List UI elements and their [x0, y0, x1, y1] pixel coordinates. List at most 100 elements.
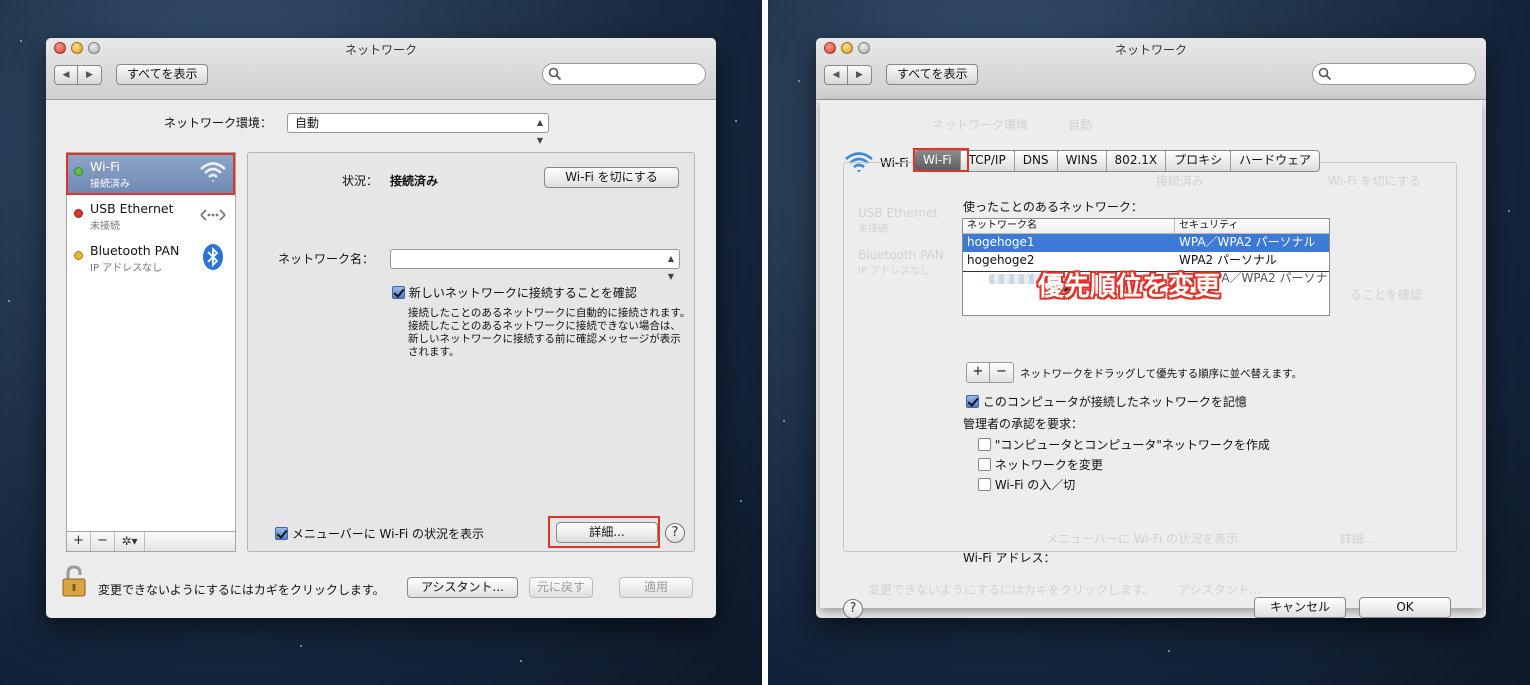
admin-option-row[interactable]: "コンピュータとコンピュータ"ネットワークを作成	[978, 436, 1270, 453]
admin-option-row[interactable]: Wi-Fi の入／切	[978, 476, 1075, 493]
dragged-row-security: WPA／WPA2 パーソナル	[1203, 271, 1328, 302]
star	[20, 40, 22, 42]
help-button[interactable]: ?	[843, 599, 863, 618]
ask-join-label: 新しいネットワークに接続することを確認	[408, 286, 637, 300]
tab-proxy[interactable]: プロキシ	[1166, 151, 1232, 171]
star	[783, 420, 785, 422]
column-header-network-name[interactable]: ネットワーク名	[963, 219, 1175, 233]
admin-option-checkbox[interactable]	[978, 438, 991, 451]
ethernet-icon	[200, 209, 226, 221]
location-select[interactable]: 自動 ▲ ▼	[287, 113, 549, 145]
tab-8021x[interactable]: 802.1X	[1107, 151, 1167, 171]
lock-icon[interactable]	[60, 564, 88, 598]
network-name-select[interactable]: ▲ ▼	[390, 249, 680, 281]
titlebar: ネットワーク ◀ ▶ すべてを表示	[816, 38, 1486, 100]
ask-join-description: 接続したことのあるネットワークに自動的に接続されます。 接続したことのあるネット…	[408, 307, 690, 359]
tab-dns[interactable]: DNS	[1015, 151, 1058, 171]
forward-button[interactable]: ▶	[848, 65, 872, 85]
admin-label: 管理者の承認を要求：	[963, 417, 1084, 431]
nav-buttons: ◀ ▶	[54, 65, 102, 85]
revert-button[interactable]: 元に戻す	[529, 577, 593, 598]
help-button[interactable]: ?	[665, 523, 685, 543]
star	[735, 120, 737, 122]
bluetooth-icon	[203, 244, 223, 270]
admin-option-checkbox[interactable]	[978, 478, 991, 491]
wifi-off-button[interactable]: Wi-Fi を切にする	[544, 167, 679, 188]
network-preferences-window-advanced: ネットワーク ◀ ▶ すべてを表示 ネットワーク環境 自動 接続済み Wi-Fi…	[816, 38, 1486, 618]
admin-option-row[interactable]: ネットワークを変更	[978, 456, 1103, 473]
location-value: 自動	[295, 116, 320, 130]
menubar-checkbox[interactable]	[275, 527, 288, 540]
preferred-networks-label: 使ったことのあるネットワーク：	[963, 200, 1143, 214]
network-name-label: ネットワーク名：	[278, 252, 375, 266]
ghost-location-value: 自動	[1068, 118, 1093, 132]
remember-row[interactable]: このコンピュータが接続したネットワークを記憶	[966, 393, 1247, 410]
desc-line: 接続したことのあるネットワークに接続できない場合は、	[408, 320, 681, 332]
show-all-button[interactable]: すべてを表示	[886, 64, 979, 85]
service-item-usb-ethernet[interactable]: USB Ethernet 未接続	[67, 195, 235, 237]
select-arrows-icon: ▲ ▼	[667, 254, 674, 281]
nav-buttons: ◀ ▶	[824, 65, 872, 85]
network-name-cell: hogehoge1	[967, 235, 1035, 249]
admin-option-label: Wi-Fi の入／切	[994, 478, 1076, 492]
tab-wins[interactable]: WINS	[1058, 151, 1107, 171]
search-icon	[548, 67, 562, 81]
wifi-address-label: Wi-Fi アドレス：	[963, 551, 1056, 565]
menubar-row[interactable]: メニューバーに Wi-Fi の状況を表示	[275, 525, 484, 542]
ask-join-row[interactable]: 新しいネットワークに接続することを確認	[392, 284, 637, 301]
tab-hardware[interactable]: ハードウェア	[1231, 151, 1319, 171]
status-label: 状況：	[342, 174, 379, 188]
advanced-sheet: ネットワーク環境 自動 接続済み Wi-Fi を切にする USB Etherne…	[820, 100, 1482, 618]
star	[1508, 210, 1510, 212]
show-all-button[interactable]: すべてを表示	[116, 64, 209, 85]
window-title: ネットワーク	[344, 43, 417, 57]
menubar-label: メニューバーに Wi-Fi の状況を表示	[291, 527, 484, 541]
search-input[interactable]	[1312, 63, 1476, 85]
highlight-box-wifi	[66, 153, 235, 195]
desktop-background-right: ネットワーク ◀ ▶ すべてを表示 ネットワーク環境 自動 接続済み Wi-Fi…	[768, 0, 1530, 685]
star	[1168, 650, 1170, 652]
gear-menu-button[interactable]: ✲▾	[115, 532, 145, 551]
drag-hint: ネットワークをドラッグして優先する順序に並べ替えます。	[1020, 368, 1303, 380]
highlight-box-wifi-tab	[913, 148, 969, 172]
column-header-security[interactable]: セキュリティ	[1175, 219, 1238, 233]
apply-button[interactable]: 適用	[619, 577, 693, 598]
star	[300, 645, 302, 647]
desc-line: されます。	[408, 346, 460, 358]
table-row[interactable]: hogehoge1 WPA／WPA2 パーソナル	[963, 234, 1329, 252]
admin-option-label: "コンピュータとコンピュータ"ネットワークを作成	[994, 438, 1270, 452]
location-label: ネットワーク環境：	[164, 116, 273, 130]
back-button[interactable]: ◀	[824, 65, 848, 85]
service-list: Wi-Fi 接続済み USB Ethernet 未接続 Bluetooth PA…	[66, 152, 236, 532]
admin-option-checkbox[interactable]	[978, 458, 991, 471]
remember-checkbox[interactable]	[966, 395, 979, 408]
back-button[interactable]: ◀	[54, 65, 78, 85]
highlight-box-advanced	[548, 516, 660, 548]
table-header: ネットワーク名 セキュリティ	[963, 219, 1329, 234]
star	[740, 500, 742, 502]
network-preferences-window: ネットワーク ◀ ▶ すべてを表示 ネットワーク環境： 自動 ▲ ▼ Wi-Fi …	[46, 38, 716, 618]
remember-label: このコンピュータが接続したネットワークを記憶	[982, 395, 1247, 409]
add-network-button[interactable]: +	[967, 363, 990, 382]
remove-network-button[interactable]: −	[990, 363, 1013, 382]
tab-bar: Wi-Fi TCP/IP DNS WINS 802.1X プロキシ ハードウェア	[914, 150, 1321, 172]
lock-text: 変更できないようにするにはカギをクリックします。	[98, 583, 385, 597]
detail-panel: 状況： 接続済み Wi-Fi を切にする ネットワーク名： ▲ ▼ 新しいネットワ…	[247, 152, 695, 552]
desc-line: 接続したことのあるネットワークに自動的に接続されます。	[408, 307, 691, 319]
admin-option-label: ネットワークを変更	[994, 458, 1103, 472]
ask-join-checkbox[interactable]	[392, 286, 405, 299]
select-arrows-icon: ▲ ▼	[536, 118, 543, 145]
cancel-button[interactable]: キャンセル	[1254, 597, 1346, 618]
search-icon	[1318, 67, 1332, 81]
forward-button[interactable]: ▶	[78, 65, 102, 85]
assistant-button[interactable]: アシスタント...	[407, 577, 518, 598]
search-input[interactable]	[542, 63, 706, 85]
star	[520, 660, 522, 662]
add-service-button[interactable]: +	[67, 532, 91, 551]
window-title: ネットワーク	[1114, 43, 1187, 57]
ok-button[interactable]: OK	[1359, 597, 1451, 618]
service-item-bluetooth-pan[interactable]: Bluetooth PAN IP アドレスなし	[67, 237, 235, 279]
status-value: 接続済み	[390, 174, 439, 188]
desc-line: 新しいネットワークに接続する前に確認メッセージが表示	[408, 333, 681, 345]
remove-service-button[interactable]: −	[91, 532, 115, 551]
